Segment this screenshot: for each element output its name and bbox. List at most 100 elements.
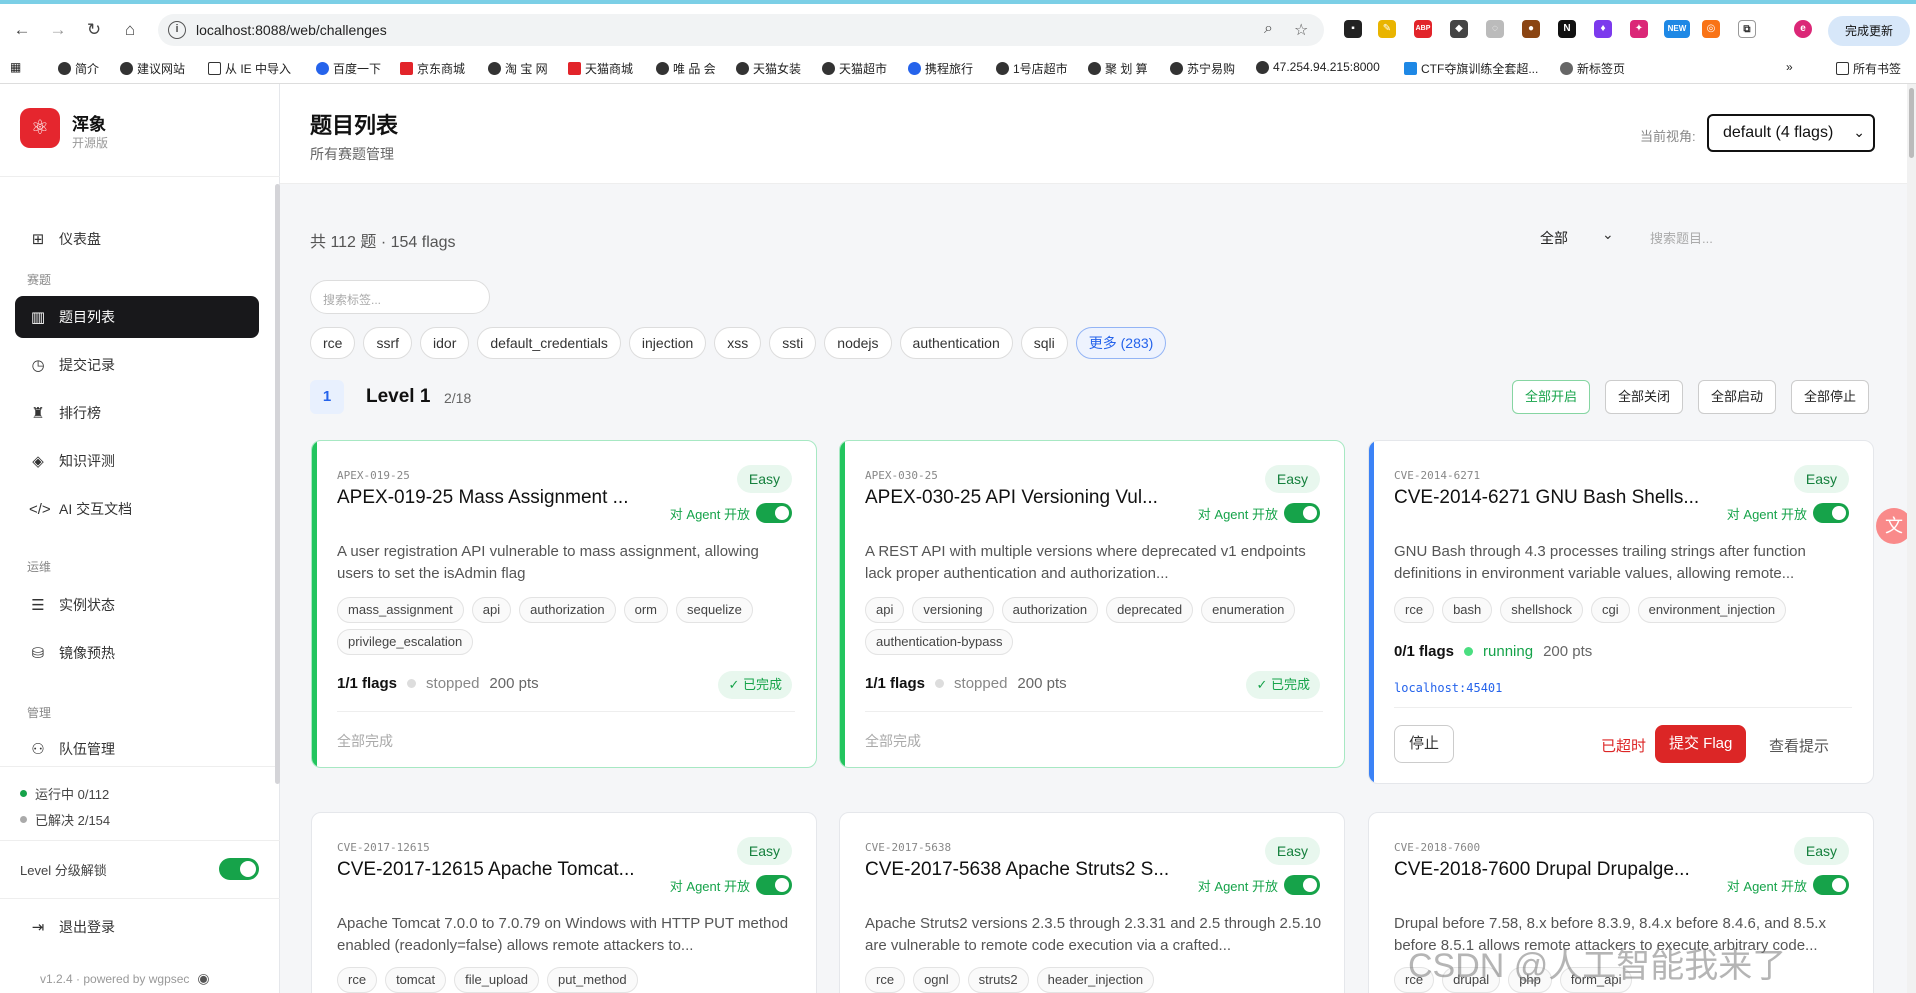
- bookmark-item[interactable]: 建议网站: [120, 60, 185, 77]
- challenge-tag[interactable]: versioning: [912, 597, 994, 623]
- bookmark-item[interactable]: CTF夺旗训练全套超...: [1404, 60, 1538, 77]
- enable-all-button[interactable]: 全部开启: [1512, 380, 1591, 414]
- tag-chip[interactable]: nodejs: [824, 327, 892, 359]
- challenge-tag[interactable]: api: [471, 597, 512, 623]
- challenge-tag[interactable]: authorization: [519, 597, 616, 623]
- bookmark-item[interactable]: 从 IE 中导入: [208, 60, 291, 77]
- page-scrollbar[interactable]: [1907, 84, 1916, 993]
- challenge-tag[interactable]: tomcat: [385, 967, 447, 993]
- sidebar-item-image-warmup[interactable]: ⛁ 镜像预热: [15, 632, 259, 674]
- sidebar-item-knowledge[interactable]: ◈ 知识评测: [15, 440, 259, 482]
- scrollbar-thumb[interactable]: [1909, 88, 1914, 158]
- tag-chip[interactable]: xss: [714, 327, 762, 359]
- challenge-card[interactable]: APEX-030-25 APEX-030-25 API Versioning V…: [839, 440, 1345, 768]
- level-unlock-toggle[interactable]: [219, 858, 259, 880]
- update-button[interactable]: 完成更新: [1828, 16, 1910, 46]
- zoom-icon[interactable]: ⌕: [1264, 20, 1273, 38]
- bookmark-item[interactable]: 天猫商城: [568, 60, 633, 77]
- tag-chip[interactable]: ssrf: [363, 327, 413, 359]
- challenge-tag[interactable]: file_upload: [454, 967, 539, 993]
- bookmark-item[interactable]: 1号店超市: [996, 60, 1068, 77]
- bookmark-item[interactable]: 淘 宝 网: [488, 60, 548, 77]
- bookmark-item[interactable]: 唯 品 会: [656, 60, 716, 77]
- status-filter-select[interactable]: 全部: [1540, 228, 1568, 248]
- challenge-tag[interactable]: authentication-bypass: [865, 629, 1014, 655]
- all-bookmarks[interactable]: 所有书签: [1836, 60, 1901, 77]
- home-icon[interactable]: ⌂: [118, 18, 142, 42]
- challenge-title[interactable]: CVE-2017-12615 Apache Tomcat...: [337, 859, 635, 881]
- bookmark-item[interactable]: 47.254.94.215:8000: [1256, 60, 1380, 74]
- challenge-tag[interactable]: header_injection: [1036, 967, 1155, 993]
- agent-access-toggle[interactable]: [1813, 875, 1849, 895]
- stop-all-button[interactable]: 全部停止: [1791, 380, 1870, 414]
- start-all-button[interactable]: 全部启动: [1698, 380, 1777, 414]
- challenge-tag[interactable]: privilege_escalation: [337, 629, 474, 655]
- extension-icon[interactable]: ◌: [1486, 20, 1504, 38]
- sidebar-item-teams[interactable]: ⚇ 队伍管理: [15, 728, 259, 770]
- challenge-tag[interactable]: rce: [865, 967, 906, 993]
- tag-chip[interactable]: rce: [310, 327, 356, 359]
- bookmark-star-icon[interactable]: ☆: [1294, 20, 1308, 40]
- tag-search-input[interactable]: 搜索标签...: [310, 280, 490, 314]
- sidebar-item-leaderboard[interactable]: ♜ 排行榜: [15, 392, 259, 434]
- bookmark-item[interactable]: 苏宁易购: [1170, 60, 1235, 77]
- agent-access-toggle[interactable]: [756, 875, 792, 895]
- challenge-tag[interactable]: mass_assignment: [337, 597, 464, 623]
- extension-icon[interactable]: N: [1558, 20, 1576, 38]
- chevron-down-icon[interactable]: ⌄: [1602, 226, 1614, 243]
- forward-icon[interactable]: →: [46, 18, 70, 42]
- stop-instance-button[interactable]: 停止: [1394, 725, 1455, 763]
- more-tags-button[interactable]: 更多 (283): [1075, 327, 1167, 359]
- bookmark-item[interactable]: 新标签页: [1560, 60, 1625, 77]
- reload-icon[interactable]: ↻: [82, 18, 106, 42]
- challenge-tag[interactable]: enumeration: [1201, 597, 1296, 623]
- challenge-title[interactable]: CVE-2017-5638 Apache Struts2 S...: [865, 859, 1169, 881]
- cookie-icon[interactable]: ●: [1522, 20, 1540, 38]
- extension-icon[interactable]: ♦: [1594, 20, 1612, 38]
- extension-icon[interactable]: ✦: [1630, 20, 1648, 38]
- challenge-tag[interactable]: sequelize: [675, 597, 753, 623]
- instance-address-link[interactable]: localhost:45401: [1394, 681, 1502, 695]
- challenge-title[interactable]: APEX-030-25 API Versioning Vul...: [865, 487, 1158, 509]
- challenge-card[interactable]: CVE-2017-5638 CVE-2017-5638 Apache Strut…: [839, 812, 1345, 993]
- agent-access-toggle[interactable]: [1284, 875, 1320, 895]
- challenge-tag[interactable]: authorization: [1001, 597, 1099, 623]
- challenge-tag[interactable]: rce: [337, 967, 378, 993]
- challenge-title[interactable]: CVE-2018-7600 Drupal Drupalge...: [1394, 859, 1690, 881]
- challenge-card[interactable]: CVE-2014-6271 CVE-2014-6271 GNU Bash She…: [1368, 440, 1874, 784]
- extension-icon[interactable]: ◎: [1702, 20, 1720, 38]
- tag-chip[interactable]: authentication: [899, 327, 1013, 359]
- tag-chip[interactable]: ssti: [769, 327, 817, 359]
- bookmark-item[interactable]: 聚 划 算: [1088, 60, 1148, 77]
- bookmark-item[interactable]: 天猫超市: [822, 60, 887, 77]
- challenge-tag[interactable]: ognl: [913, 967, 960, 993]
- sidebar-item-dashboard[interactable]: ⊞ 仪表盘: [15, 218, 259, 260]
- address-bar[interactable]: i localhost:8088/web/challenges ⌕ ☆: [158, 14, 1324, 46]
- submit-flag-button[interactable]: 提交 Flag: [1655, 725, 1747, 763]
- challenge-tag[interactable]: put_method: [546, 967, 638, 993]
- challenge-title[interactable]: CVE-2014-6271 GNU Bash Shells...: [1394, 487, 1699, 509]
- github-icon[interactable]: ◉: [197, 970, 209, 987]
- bookmark-item[interactable]: 百度一下: [316, 60, 381, 77]
- challenge-tag[interactable]: deprecated: [1106, 597, 1194, 623]
- challenge-card[interactable]: APEX-019-25 APEX-019-25 Mass Assignment …: [311, 440, 817, 768]
- challenge-tag[interactable]: cgi: [1590, 597, 1630, 623]
- sidebar-item-instances[interactable]: ☰ 实例状态: [15, 584, 259, 626]
- sidebar-item-submissions[interactable]: ◷ 提交记录: [15, 344, 259, 386]
- disable-all-button[interactable]: 全部关闭: [1605, 380, 1684, 414]
- challenge-tag[interactable]: bash: [1442, 597, 1493, 623]
- sidebar-item-challenges[interactable]: ▥ 题目列表: [15, 296, 259, 338]
- profile-avatar-icon[interactable]: e: [1794, 20, 1812, 38]
- extension-icon[interactable]: ✎: [1378, 20, 1396, 38]
- challenge-tag[interactable]: orm: [623, 597, 668, 623]
- view-select[interactable]: default (4 flags) ⌄: [1707, 114, 1875, 152]
- bookmark-item[interactable]: 天猫女装: [736, 60, 801, 77]
- agent-access-toggle[interactable]: [1813, 503, 1849, 523]
- site-info-icon[interactable]: i: [168, 21, 186, 39]
- challenge-search-input[interactable]: 搜索题目...: [1650, 228, 1713, 247]
- new-extension-icon[interactable]: NEW: [1664, 20, 1690, 38]
- extension-icon[interactable]: ▪: [1344, 20, 1362, 38]
- challenge-tag[interactable]: shellshock: [1500, 597, 1583, 623]
- tag-chip[interactable]: idor: [420, 327, 470, 359]
- bookmark-item[interactable]: 简介: [58, 60, 99, 77]
